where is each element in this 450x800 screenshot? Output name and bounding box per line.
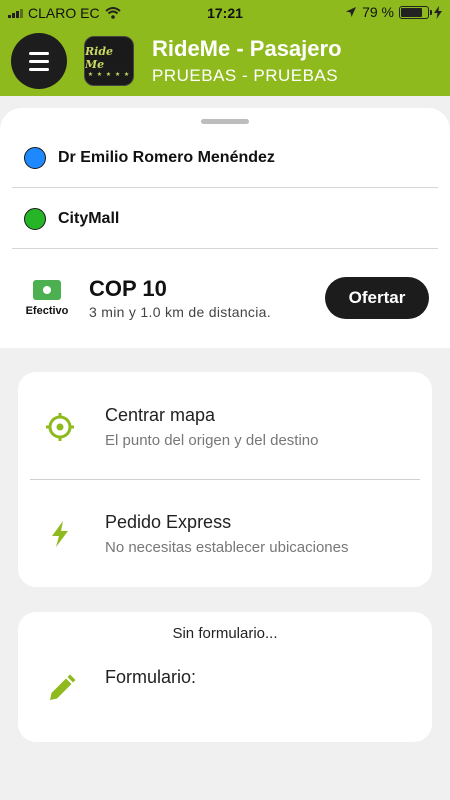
sheet-drag-handle[interactable] [201, 119, 249, 124]
app-title: RideMe - Pasajero [152, 36, 342, 61]
trip-price: COP 10 [89, 276, 167, 301]
app-subtitle: PRUEBAS - PRUEBAS [152, 66, 339, 85]
offer-button[interactable]: Ofertar [325, 277, 429, 319]
charging-bolt-icon [434, 5, 442, 19]
form-card: Sin formulario... Formulario: [18, 612, 432, 742]
hamburger-icon [29, 51, 49, 55]
destination-label: CityMall [58, 209, 120, 227]
bolt-icon [52, 521, 68, 547]
origin-label: Dr Emilio Romero Menéndez [58, 148, 275, 166]
trip-info: 3 min y 1.0 km de distancia. [89, 304, 271, 320]
form-heading: Sin formulario... [172, 625, 278, 642]
pencil-icon [50, 674, 76, 700]
menu-button[interactable] [11, 33, 67, 89]
destination-dot-icon [24, 207, 46, 230]
app-header: CLARO EC 17:21 79 % Ride Me ★ ★ ★ ★ ★ Ri… [0, 0, 450, 96]
express-order-title: Pedido Express [105, 512, 232, 532]
location-arrow-icon [346, 7, 357, 17]
logo-text: Ride Me [85, 44, 114, 71]
status-bar: CLARO EC 17:21 79 % [0, 0, 450, 26]
destination-row[interactable]: CityMall [12, 189, 438, 249]
form-label[interactable]: Formulario: [105, 667, 196, 688]
payment-method-label: Efectivo [25, 305, 69, 317]
center-map-description: El punto del origen y del destino [105, 432, 319, 449]
payment-method[interactable]: Efectivo [20, 280, 74, 317]
express-order-description: No necesitas establecer ubicaciones [105, 539, 349, 556]
battery-icon [399, 5, 432, 19]
crosshair-icon [46, 413, 74, 441]
app-logo: Ride Me ★ ★ ★ ★ ★ [84, 36, 134, 86]
actions-card: Centrar mapa El punto del origen y del d… [18, 372, 432, 587]
origin-dot-icon [24, 146, 46, 169]
express-order-action[interactable]: Pedido Express No necesitas establecer u… [18, 479, 432, 585]
origin-row[interactable]: Dr Emilio Romero Menéndez [12, 128, 438, 188]
center-map-title: Centrar mapa [105, 405, 216, 425]
battery-percent: 79 % [362, 4, 394, 20]
cash-icon [33, 280, 61, 300]
center-map-action[interactable]: Centrar mapa El punto del origen y del d… [18, 372, 432, 478]
